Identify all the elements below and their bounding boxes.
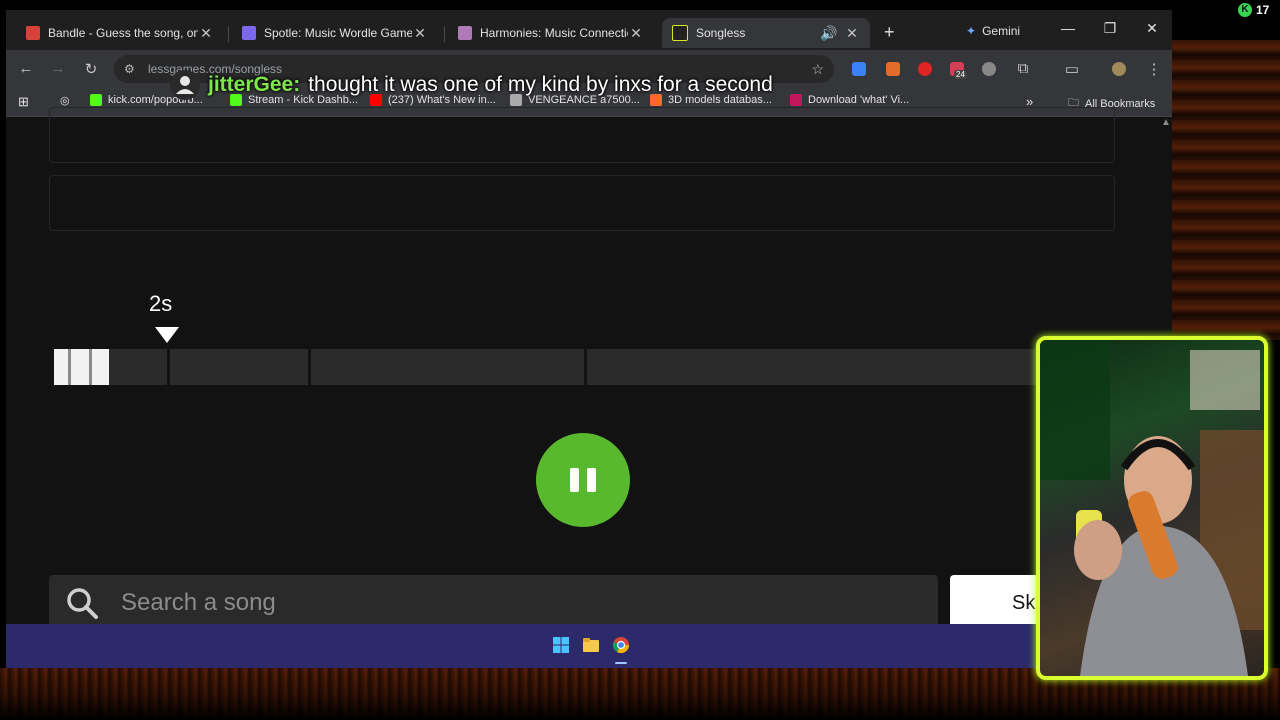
harmonies-favicon-icon [458,26,472,40]
time-label: 2s [149,291,173,316]
progress-stripe [89,349,92,385]
reload-button[interactable]: ↻ [81,60,101,78]
close-tab-icon[interactable]: ✕ [844,25,860,42]
close-tab-icon[interactable]: ✕ [628,25,644,42]
progress-fill [54,349,109,385]
segment-divider [167,349,170,385]
close-tab-icon[interactable]: ✕ [412,25,428,42]
tab-strip: Bandle - Guess the song, one i ✕ Spotle:… [6,10,1172,50]
chrome-icon[interactable] [612,636,630,654]
songless-favicon-icon [672,25,688,41]
bookmark-label: Download 'what' Vi... [808,94,910,106]
restore-button[interactable]: ❐ [1100,20,1120,37]
tab-title: Harmonies: Music Connections [480,26,628,40]
new-tab-button[interactable]: + [884,22,895,43]
side-panel-icon[interactable]: ▭ [1062,60,1082,78]
guess-slot [49,175,1115,231]
song-search[interactable] [49,575,938,624]
pause-icon [587,468,596,492]
extension-icon[interactable] [918,62,932,76]
spotle-favicon-icon [242,26,256,40]
active-app-indicator [615,662,627,664]
segment-divider [584,349,587,385]
gemini-label: Gemini [982,24,1021,38]
search-icon [67,588,98,619]
progress-bar [54,349,1114,385]
tab-bandle[interactable]: Bandle - Guess the song, one i ✕ [16,18,224,48]
apps-grid-icon[interactable]: ⊞ [18,94,29,110]
streamer-image [1040,340,1264,676]
viewer-count: K 17 [1238,3,1269,17]
download-icon [790,94,802,106]
tab-title: Bandle - Guess the song, one i [48,26,198,40]
gemini-button[interactable]: ✦ Gemini [954,20,1032,42]
extensions-puzzle-icon[interactable]: ⧉ [1013,60,1033,77]
user-icon [176,76,194,94]
file-explorer-icon[interactable] [582,636,600,654]
windows-start-icon[interactable] [552,636,570,654]
tab-songless[interactable]: Songless 🔊 ✕ [662,18,870,48]
bandle-favicon-icon [26,26,40,40]
menu-icon[interactable]: ⋮ [1144,60,1164,78]
viewer-count-value: 17 [1256,3,1270,17]
windows-taskbar [6,624,1172,668]
stream-backdrop-right [1172,40,1280,340]
extension-icon[interactable] [982,62,996,76]
minimize-button[interactable]: — [1058,20,1078,36]
pause-icon [570,468,579,492]
chat-message: thought it was one of my kind by inxs fo… [308,73,773,96]
extension-icon[interactable] [886,62,900,76]
webcam-feed [1036,336,1268,680]
gemini-icon: ✦ [966,24,977,38]
back-button[interactable]: ← [16,60,36,77]
tab-title: Songless [696,26,746,40]
chat-username: jitterGee: [208,73,301,96]
site-info-icon[interactable]: ⚙ [124,62,140,76]
guess-slot [49,107,1115,163]
bookmark-item[interactable]: Download 'what' Vi... [790,94,909,106]
progress-stripe [68,349,71,385]
tab-harmonies[interactable]: Harmonies: Music Connections ✕ [448,18,654,48]
extension-badge: 24 [954,70,967,79]
bookmark-star-icon[interactable]: ☆ [811,61,824,78]
tab-spotle[interactable]: Spotle: Music Wordle Game ✕ [232,18,438,48]
speaker-icon[interactable]: 🔊 [820,25,837,42]
bookmark-globe-icon[interactable]: ◎ [60,94,70,107]
close-window-button[interactable]: ✕ [1142,20,1162,37]
forward-button[interactable]: → [48,60,68,77]
tab-divider [228,26,229,42]
profile-avatar[interactable] [1112,62,1126,76]
extension-icon[interactable] [852,62,866,76]
tab-title: Spotle: Music Wordle Game [264,26,412,40]
close-tab-icon[interactable]: ✕ [198,25,214,42]
chat-overlay: jitterGee: thought it was one of my kind… [170,70,773,100]
kick-icon [90,94,102,106]
segment-divider [308,349,311,385]
search-input[interactable] [119,588,903,618]
browser-window: Bandle - Guess the song, one i ✕ Spotle:… [6,10,1172,624]
kick-icon: K [1238,3,1252,17]
extension-icon[interactable]: 24 [950,62,967,79]
tab-divider [444,26,445,42]
scroll-up-arrow-icon[interactable]: ▲ [1161,117,1171,128]
songless-page: ▲ 2s Sk [6,107,1172,624]
chat-avatar [170,70,200,100]
pause-button[interactable] [536,433,630,527]
time-marker-icon [155,327,179,343]
